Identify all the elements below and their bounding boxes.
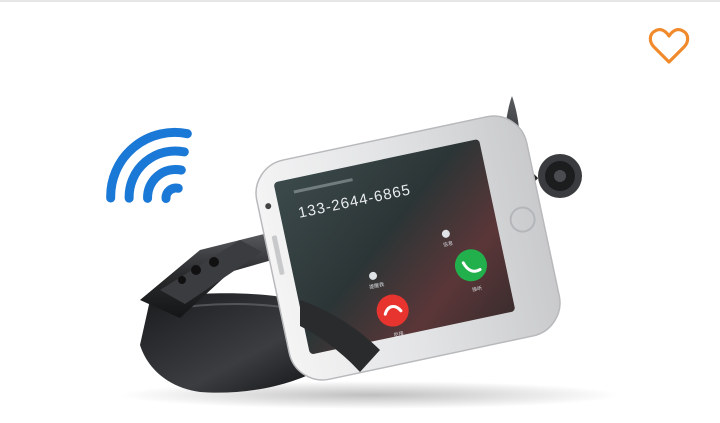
smartphone [255,115,561,381]
favorite-button[interactable] [648,26,690,66]
product-image: 133-2644-6865 提醒我 信息 拒接 接听 [106,96,620,409]
heart-outline-icon [648,28,690,64]
wireless-signal-icon [106,127,192,204]
